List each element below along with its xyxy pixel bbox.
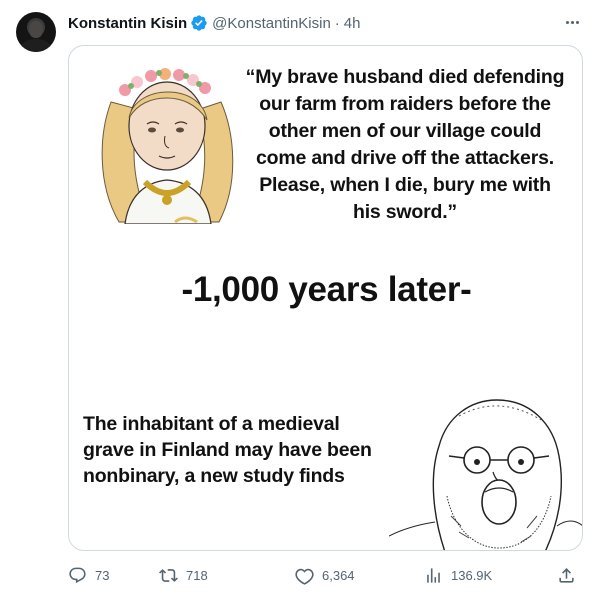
avatar-shoulders (21, 39, 51, 52)
analytics-icon (427, 567, 440, 583)
reply-button[interactable]: 73 (68, 561, 109, 589)
more-dot (575, 20, 579, 24)
share-button[interactable] (557, 561, 576, 589)
more-dot (570, 20, 574, 24)
meme-bottom-text: The inhabitant of a medieval grave in Fi… (83, 413, 372, 487)
author-handle[interactable]: @KonstantinKisin (212, 15, 331, 32)
share-icon (559, 567, 574, 583)
more-dot (565, 20, 569, 24)
views-button[interactable]: 136.9K (424, 561, 492, 589)
tweet[interactable]: Konstantin Kisin @KonstantinKisin · 4h “… (0, 0, 598, 596)
more-options-icon[interactable] (562, 12, 582, 32)
like-button[interactable]: 6,364 (295, 561, 355, 589)
reply-icon (69, 567, 86, 583)
reply-count: 73 (95, 567, 110, 583)
heart-icon (295, 568, 314, 585)
meme-girl-illustration (101, 68, 234, 224)
avatar[interactable] (16, 12, 56, 52)
meme-top-text: “My brave husband died defending our far… (245, 66, 565, 223)
retweet-button[interactable]: 718 (159, 561, 208, 589)
avatar-face (29, 21, 43, 38)
author-display-name[interactable]: Konstantin Kisin (68, 15, 187, 32)
meme-soyjak-illustration (389, 399, 582, 550)
header-separator: · (334, 14, 340, 32)
tweet-header: Konstantin Kisin @KonstantinKisin · 4h (68, 13, 360, 33)
views-count: 136.9K (451, 567, 493, 583)
tweet-actions: 73 718 6,364 136.9K (68, 561, 584, 589)
retweet-icon (159, 568, 178, 582)
retweet-count: 718 (186, 567, 208, 583)
meme-middle-text: -1,000 years later- (181, 270, 472, 309)
tweet-media-image[interactable]: “My brave husband died defending our far… (68, 45, 583, 551)
tweet-timestamp[interactable]: 4h (344, 15, 361, 32)
like-count: 6,364 (322, 567, 355, 583)
verified-badge-icon[interactable] (190, 14, 208, 32)
